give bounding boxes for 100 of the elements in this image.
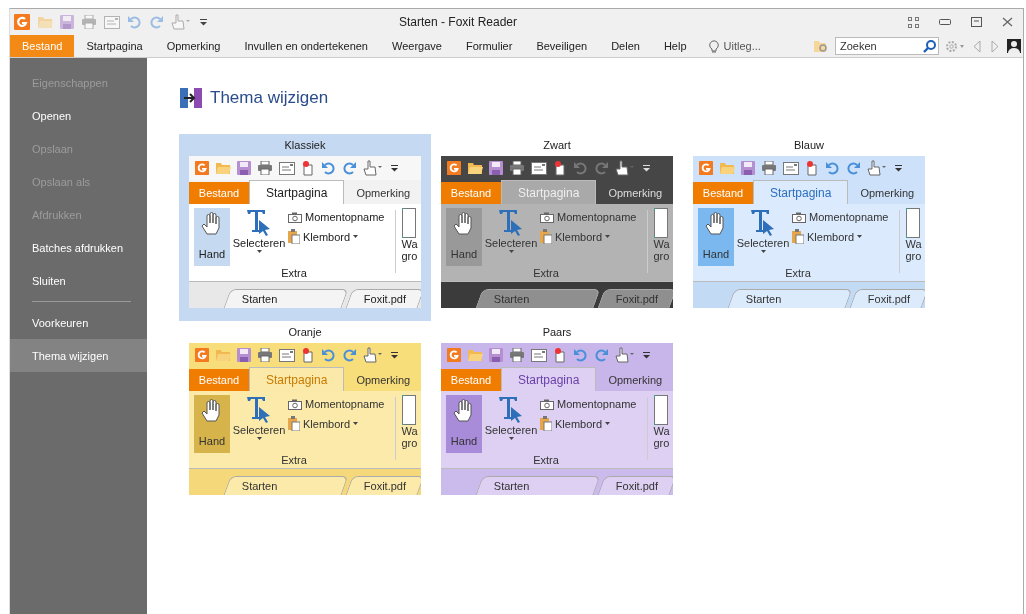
clipboard-icon [288,229,300,244]
app-logo-icon [14,14,30,30]
clipboard-label: Klembord [555,417,603,430]
preview-tab: Startpagina [753,180,849,204]
redo-icon[interactable] [846,161,861,175]
theme-option[interactable]: Blauw Bestand Startpagina Opmerking Hand Selecteren Momentopname Klembord Wa gro Extra Starten Foxit.pdf [683,134,935,321]
undo-icon[interactable] [825,161,840,175]
clipboard-label: Klembord [303,230,351,243]
customize-icon[interactable] [643,351,650,359]
cut-label: Wa [905,238,922,250]
menu-tab[interactable]: Startpagina [74,35,155,57]
menu-tab[interactable]: Invullen en ondertekenen [232,35,380,57]
undo-icon[interactable] [321,348,336,362]
caret-icon [760,250,766,253]
redo-icon[interactable] [342,161,357,175]
document-tab: Foxit.pdf [597,476,673,495]
window-icon[interactable] [279,348,295,362]
pointer-hand-icon[interactable] [363,160,385,176]
sidebar-item[interactable]: Sluiten [10,264,147,297]
theme-switch-icon [179,87,203,109]
group-label: Extra [280,267,308,279]
folder-icon[interactable] [467,161,483,175]
close-icon[interactable] [1002,17,1013,27]
printer-icon[interactable] [257,348,273,362]
theme-option[interactable]: Paars Bestand Startpagina Opmerking Hand Selecteren Momentopname Klembord Wa gro Extra Starten Foxit.pdf [431,321,683,508]
window-icon[interactable] [531,161,547,175]
sidebar-item[interactable]: Voorkeuren [10,306,147,339]
menu-tab[interactable]: Delen [599,35,652,57]
clipboard-icon [540,229,552,244]
theme-option[interactable]: Zwart Bestand Startpagina Opmerking Hand Selecteren Momentopname Klembord Wa gro Extra Starten Foxit.pdf [431,134,683,321]
search-icon[interactable] [923,40,936,53]
printer-icon[interactable] [509,348,525,362]
new-document-icon[interactable] [805,160,819,176]
new-document-icon[interactable] [301,347,315,363]
page-icon [653,208,668,238]
printer-icon[interactable] [257,161,273,175]
menu-tab[interactable]: Help [651,35,699,57]
menu-tab[interactable]: Weergave [380,35,454,57]
search-field[interactable]: Zoeken [835,37,939,55]
save-icon[interactable] [237,161,251,175]
cut-label: Wa [401,425,418,437]
document-search-icon[interactable] [813,39,829,53]
clipboard-icon [540,416,552,431]
preview-tab: Startpagina [249,367,345,391]
hand-tool-button: Hand [194,395,230,453]
group-label: Extra [280,454,308,466]
customize-icon[interactable] [391,164,398,172]
customize-icon[interactable] [895,164,902,172]
customize-icon[interactable] [643,164,650,172]
save-icon[interactable] [237,348,251,362]
theme-option[interactable]: Oranje Bestand Startpagina Opmerking Hand Selecteren Momentopname Klembord Wa gro Extra Starten Foxit.pdf [179,321,431,508]
preview-tab: Startpagina [501,367,597,391]
user-avatar-icon[interactable] [1007,39,1021,53]
camera-icon [288,398,302,410]
pointer-hand-icon[interactable] [867,160,889,176]
printer-icon[interactable] [509,161,525,175]
save-icon[interactable] [489,161,503,175]
printer-icon[interactable] [761,161,777,175]
menu-tab[interactable]: Formulier [453,35,525,57]
window-icon[interactable] [783,161,799,175]
menu-tab[interactable]: Beveiligen [524,35,600,57]
undo-icon[interactable] [321,161,336,175]
preview-tab-label: Opmerking [355,186,412,201]
caret-icon [353,235,359,238]
customize-icon[interactable] [391,351,398,359]
document-tab: Foxit.pdf [597,289,673,308]
preview-tab: Bestand [693,182,753,204]
menu-tab[interactable]: Opmerking [154,35,233,57]
theme-name: Oranje [288,326,322,338]
pointer-hand-icon[interactable] [615,160,637,176]
window-icon[interactable] [279,161,295,175]
group-label: Extra [784,267,812,279]
redo-icon[interactable] [342,348,357,362]
window-icon[interactable] [531,348,547,362]
undo-icon[interactable] [573,161,588,175]
save-icon[interactable] [489,348,503,362]
sidebar-item[interactable]: Thema wijzigen [10,339,147,372]
maximize-icon[interactable] [971,17,982,27]
clipboard-icon [792,229,804,244]
new-document-icon[interactable] [553,160,567,176]
sidebar-item[interactable]: Openen [10,99,147,132]
redo-icon[interactable] [594,161,609,175]
theme-option[interactable]: Klassiek Bestand Startpagina Opmerking Hand Selecteren Momentopname Klembord Wa gro Extra Starten Foxit.pdf [179,134,431,321]
cut-label: gro [653,250,670,262]
app-logo-icon [195,348,209,362]
sidebar-item[interactable]: Batches afdrukken [10,231,147,264]
preview-tab: Startpagina [249,180,345,204]
pointer-hand-icon[interactable] [363,347,385,363]
customize-icon[interactable] [200,18,207,26]
caret-icon [605,422,611,425]
minimize-icon[interactable] [939,19,951,25]
save-icon[interactable] [741,161,755,175]
tell-me-link[interactable]: Uitleg... [723,40,761,52]
app-logo-icon [447,161,461,175]
save-icon[interactable] [60,15,74,29]
new-document-icon[interactable] [301,160,315,176]
ribbon-options-icon[interactable] [908,16,919,28]
new-document-icon[interactable] [553,347,567,363]
snapshot-label: Momentopname [305,211,385,223]
pointer-hand-icon[interactable] [615,347,637,363]
